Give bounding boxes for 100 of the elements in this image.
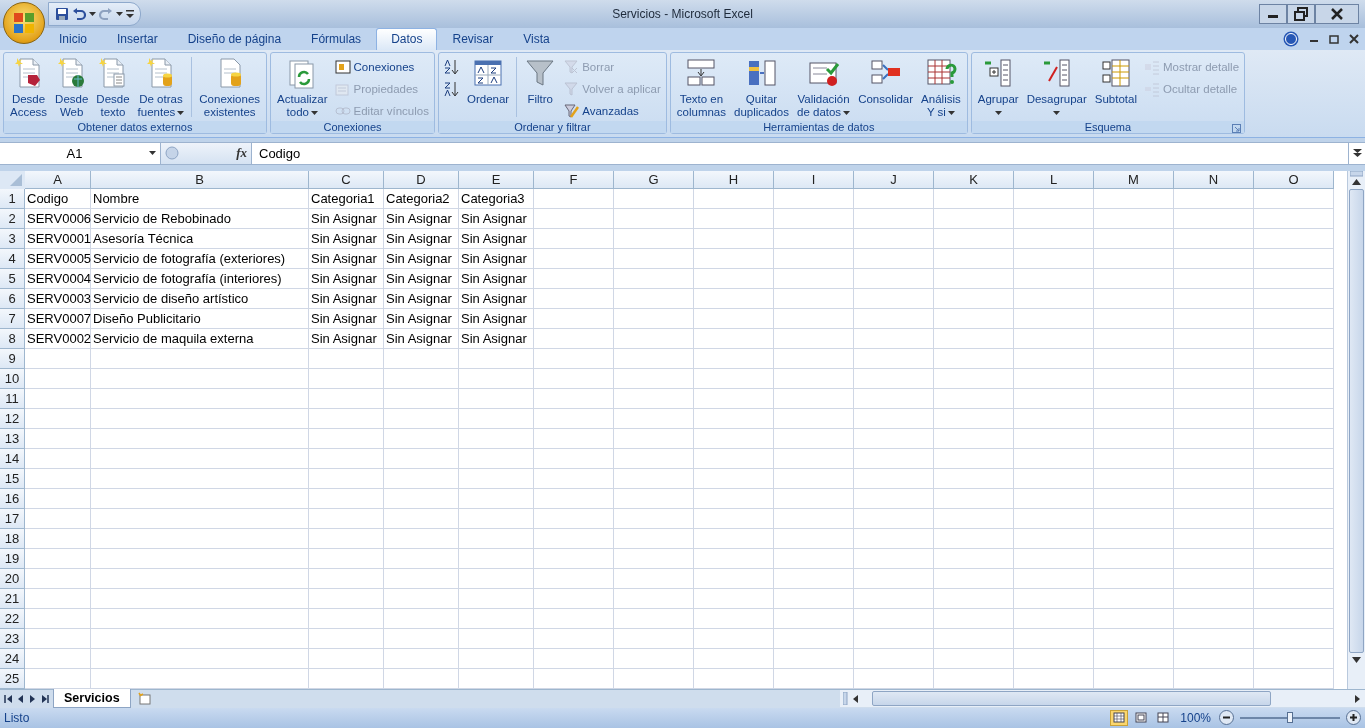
ribbon-button[interactable]: De otras fuentes: [134, 55, 188, 121]
previous-sheet-icon[interactable]: [16, 694, 25, 704]
ribbon-button[interactable]: Actualizar todo: [274, 55, 331, 121]
ribbon-button[interactable]: Texto en columnas: [673, 55, 729, 121]
zoom-out-icon[interactable]: [1219, 710, 1234, 726]
ribbon-button[interactable]: Desagrupar: [1023, 55, 1090, 121]
ribbon-button[interactable]: Desde Access: [7, 55, 51, 121]
ribbon-tab[interactable]: Fórmulas: [296, 28, 377, 50]
ribbon-tab[interactable]: Vista: [508, 28, 565, 50]
table-cell: [25, 509, 91, 529]
scrollbar-thumb[interactable]: [1349, 189, 1364, 653]
column-header[interactable]: N: [1174, 171, 1254, 189]
close-icon[interactable]: [1315, 4, 1359, 24]
row-header[interactable]: 7: [0, 309, 25, 329]
column-header[interactable]: L: [1014, 171, 1094, 189]
ribbon-button[interactable]: Subtotal: [1091, 55, 1140, 108]
row-header[interactable]: 14: [0, 449, 25, 469]
column-header[interactable]: F: [534, 171, 614, 189]
dialog-launcher-icon[interactable]: [1232, 124, 1242, 133]
row-header[interactable]: 23: [0, 629, 25, 649]
zoom-slider[interactable]: [1240, 712, 1340, 724]
column-header[interactable]: I: [774, 171, 854, 189]
row-header[interactable]: 11: [0, 389, 25, 409]
ribbon-tab[interactable]: Inicio: [44, 28, 102, 50]
row-header[interactable]: 9: [0, 349, 25, 369]
ribbon-button[interactable]: Análisis Y si: [918, 55, 964, 121]
formula-input[interactable]: Codigo: [252, 143, 1348, 164]
ribbon-button[interactable]: Conexiones existentes: [196, 55, 264, 121]
ribbon-button[interactable]: Filtro: [521, 55, 560, 108]
customize-toolbar-icon[interactable]: [126, 9, 134, 19]
ribbon-button[interactable]: Agrupar: [974, 55, 1022, 121]
scroll-up-icon[interactable]: [1350, 177, 1363, 187]
column-header[interactable]: M: [1094, 171, 1174, 189]
row-header[interactable]: 18: [0, 529, 25, 549]
row-header[interactable]: 22: [0, 609, 25, 629]
column-header[interactable]: C: [309, 171, 384, 189]
row-header[interactable]: 12: [0, 409, 25, 429]
row-header[interactable]: 13: [0, 429, 25, 449]
row-header[interactable]: 8: [0, 329, 25, 349]
row-header[interactable]: 2: [0, 209, 25, 229]
save-icon[interactable]: [55, 7, 69, 21]
column-header[interactable]: D: [384, 171, 459, 189]
row-header[interactable]: 21: [0, 589, 25, 609]
table-cell: SERV0005: [25, 249, 91, 269]
last-sheet-icon[interactable]: [40, 694, 49, 704]
ribbon-tab[interactable]: Datos: [376, 28, 438, 50]
view-button[interactable]: [1110, 710, 1129, 726]
scrollbar-thumb[interactable]: [872, 691, 1271, 707]
restore-icon[interactable]: [1329, 34, 1339, 44]
zoom-in-icon[interactable]: [1346, 710, 1361, 726]
close-icon[interactable]: [1349, 34, 1359, 44]
ribbon-button[interactable]: Avanzadas: [561, 101, 663, 121]
row-header[interactable]: 16: [0, 489, 25, 509]
zoom-level[interactable]: 100%: [1180, 711, 1211, 725]
ribbon-button[interactable]: Validación de datos: [794, 55, 854, 121]
sheet-tab[interactable]: Servicios: [53, 689, 131, 709]
ribbon-tab[interactable]: Insertar: [102, 28, 173, 50]
row-header[interactable]: 17: [0, 509, 25, 529]
restore-icon[interactable]: [1287, 4, 1315, 24]
column-header[interactable]: J: [854, 171, 934, 189]
column-header[interactable]: A: [25, 171, 91, 189]
ribbon-button[interactable]: Desde Web: [52, 55, 92, 121]
row-header[interactable]: 19: [0, 549, 25, 569]
column-header[interactable]: K: [934, 171, 1014, 189]
first-sheet-icon[interactable]: [4, 694, 13, 704]
minimize-icon[interactable]: [1259, 4, 1287, 24]
ribbon-button[interactable]: Ordenar: [464, 55, 513, 108]
row-header[interactable]: 15: [0, 469, 25, 489]
ribbon-tab[interactable]: Revisar: [437, 28, 509, 50]
row-header[interactable]: 1: [0, 189, 25, 209]
row-header[interactable]: 24: [0, 649, 25, 669]
ribbon-button[interactable]: Conexiones: [332, 57, 431, 77]
next-sheet-icon[interactable]: [28, 694, 37, 704]
row-header[interactable]: 4: [0, 249, 25, 269]
column-header[interactable]: H: [694, 171, 774, 189]
undo-icon[interactable]: [72, 7, 86, 21]
column-header[interactable]: B: [91, 171, 309, 189]
table-cell: Categoria3: [459, 189, 534, 209]
row-header[interactable]: 6: [0, 289, 25, 309]
ribbon-button[interactable]: Desde texto: [93, 55, 133, 121]
ribbon-button[interactable]: Consolidar: [855, 55, 917, 108]
slider-thumb[interactable]: [1287, 712, 1293, 723]
page-layout-icon: [1135, 712, 1148, 724]
scroll-down-icon[interactable]: [1350, 655, 1363, 665]
help-icon[interactable]: [1283, 31, 1299, 47]
resize-handle-icon[interactable]: [165, 146, 179, 161]
row-header[interactable]: 3: [0, 229, 25, 249]
scroll-left-icon[interactable]: [851, 694, 859, 704]
row-header[interactable]: 25: [0, 669, 25, 689]
scroll-right-icon[interactable]: [1354, 694, 1362, 704]
column-header[interactable]: O: [1254, 171, 1334, 189]
expand-icon[interactable]: [1352, 148, 1362, 159]
column-header[interactable]: E: [459, 171, 534, 189]
row-header[interactable]: 20: [0, 569, 25, 589]
insert-function-button[interactable]: fx: [236, 145, 247, 162]
row-header[interactable]: 10: [0, 369, 25, 389]
ribbon-tab[interactable]: Diseño de página: [172, 28, 297, 50]
column-header[interactable]: G: [614, 171, 694, 189]
ribbon-button[interactable]: Quitar duplicados: [731, 55, 792, 121]
row-header[interactable]: 5: [0, 269, 25, 289]
